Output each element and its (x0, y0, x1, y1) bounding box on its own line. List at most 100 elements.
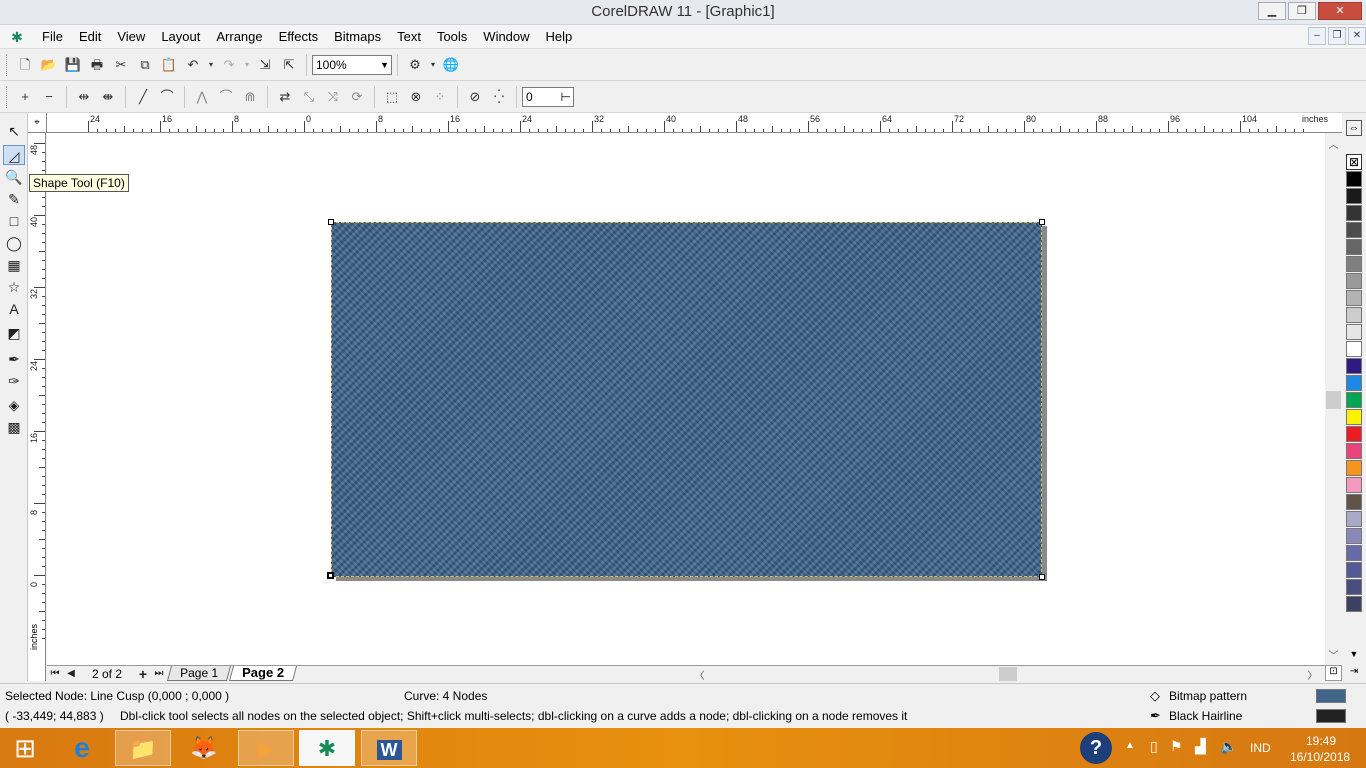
graph-paper-tool-icon[interactable]: ▦ (3, 255, 25, 275)
curve-smoothness-field[interactable]: 0 ⊢ (522, 86, 574, 107)
document-minimize-button[interactable]: ‒ (1308, 27, 1326, 45)
word-icon[interactable]: W (361, 730, 417, 766)
interactive-blend-tool-icon[interactable]: ◩ (3, 323, 25, 343)
menu-bitmaps[interactable]: Bitmaps (326, 29, 389, 44)
palette-color-swatch[interactable] (1346, 307, 1362, 323)
shape-tool-icon[interactable]: ◿ (3, 145, 25, 165)
to-line-icon[interactable]: ╱ (132, 86, 154, 108)
app-launcher-dropdown-icon[interactable]: ▾ (428, 54, 438, 76)
palette-color-swatch[interactable] (1346, 579, 1362, 595)
palette-color-swatch[interactable] (1346, 239, 1362, 255)
undo-dropdown-icon[interactable]: ▾ (206, 54, 216, 76)
add-page-icon[interactable]: + (135, 666, 151, 682)
stretch-nodes-icon[interactable]: ⟳ (346, 86, 368, 108)
extract-subpath-icon[interactable]: ⤨ (322, 86, 344, 108)
document-restore-button[interactable]: ❐ (1328, 27, 1346, 45)
toolbar-grip[interactable] (6, 53, 9, 76)
palette-color-swatch[interactable] (1346, 562, 1362, 578)
symmetrical-icon[interactable]: ⋒ (239, 86, 261, 108)
palette-color-swatch[interactable] (1346, 358, 1362, 374)
palette-options-icon[interactable]: ⇔ (1346, 120, 1362, 136)
rectangle-tool-icon[interactable]: □ (3, 211, 25, 231)
palette-color-swatch[interactable] (1346, 188, 1362, 204)
zoom-tool-icon[interactable]: 🔍 (3, 167, 25, 187)
minimize-button[interactable]: ▁ (1258, 2, 1286, 20)
previous-page-icon[interactable]: ◀ (63, 668, 79, 679)
palette-color-swatch[interactable] (1346, 290, 1362, 306)
first-page-icon[interactable]: ⏮ (47, 668, 63, 679)
palette-color-swatch[interactable] (1346, 256, 1362, 272)
selected-node-handle[interactable] (327, 572, 334, 579)
redo-icon[interactable]: ↷ (218, 54, 240, 76)
zoom-level-select[interactable]: 100% ▼ (312, 54, 392, 75)
menu-text[interactable]: Text (389, 29, 429, 44)
palette-color-swatch[interactable] (1346, 477, 1362, 493)
node-handle[interactable] (1039, 219, 1045, 225)
internet-explorer-icon[interactable]: e (54, 730, 110, 766)
menu-tools[interactable]: Tools (429, 29, 475, 44)
no-fill-swatch-icon[interactable]: ⊠ (1346, 154, 1362, 170)
palette-color-swatch[interactable] (1346, 426, 1362, 442)
navigator-icon[interactable]: ⊡ (1325, 665, 1342, 681)
node-handle[interactable] (1039, 574, 1045, 580)
palette-color-swatch[interactable] (1346, 460, 1362, 476)
add-node-icon[interactable]: + (14, 86, 36, 108)
palette-color-swatch[interactable] (1346, 511, 1362, 527)
menu-edit[interactable]: Edit (71, 29, 109, 44)
toolbar-grip[interactable] (6, 85, 9, 108)
vertical-scrollbar[interactable]: ︿ ﹀ (1325, 133, 1342, 665)
start-icon[interactable]: ⊞ (0, 730, 50, 766)
undo-icon[interactable]: ↶ (182, 54, 204, 76)
new-icon[interactable]: 🗋 (14, 54, 36, 76)
input-language[interactable]: IND (1250, 741, 1271, 755)
ellipse-tool-icon[interactable]: ◯ (3, 233, 25, 253)
page-tab-2[interactable]: Page 2 (229, 665, 297, 681)
ruler-origin-icon[interactable]: ⌖ (28, 113, 47, 133)
menu-file[interactable]: File (34, 29, 71, 44)
fill-swatch[interactable] (1316, 689, 1346, 703)
palette-color-swatch[interactable] (1346, 273, 1362, 289)
align-nodes-icon[interactable]: ⊗ (405, 86, 427, 108)
menu-help[interactable]: Help (538, 29, 581, 44)
text-tool-icon[interactable]: A (3, 299, 25, 319)
palette-color-swatch[interactable] (1346, 324, 1362, 340)
palette-color-swatch[interactable] (1346, 494, 1362, 510)
palette-color-swatch[interactable] (1346, 375, 1362, 391)
palette-color-swatch[interactable] (1346, 341, 1362, 357)
palette-color-swatch[interactable] (1346, 205, 1362, 221)
reduce-nodes-icon[interactable]: ⁛ (488, 86, 510, 108)
menu-layout[interactable]: Layout (153, 29, 208, 44)
app-launcher-icon[interactable]: ⚙ (404, 54, 426, 76)
horizontal-scrollbar[interactable]: 〈 〉 (687, 665, 1325, 682)
eyedropper-tool-icon[interactable]: ✒ (3, 349, 25, 369)
reverse-curve-icon[interactable]: ⇄ (274, 86, 296, 108)
pick-tool-icon[interactable]: ↖ (3, 121, 25, 141)
save-icon[interactable]: 💾 (62, 54, 84, 76)
print-icon[interactable]: 🖶 (86, 54, 108, 76)
action-center-icon[interactable]: ⚑ (1170, 738, 1183, 755)
document-close-button[interactable]: ✕ (1348, 27, 1366, 45)
clock-time[interactable]: 19:49 (1306, 734, 1336, 748)
outline-swatch[interactable] (1316, 709, 1346, 723)
firefox-icon[interactable]: 🦊 (176, 730, 232, 766)
bitmap-pattern-rectangle[interactable] (331, 222, 1042, 577)
network-icon[interactable]: ▟ (1195, 738, 1206, 755)
cusp-icon[interactable]: ⋀ (191, 86, 213, 108)
node-handle[interactable] (328, 219, 334, 225)
to-curve-icon[interactable]: ⌒ (156, 86, 178, 108)
palette-color-swatch[interactable] (1346, 222, 1362, 238)
scroll-down-icon[interactable]: ﹀ (1325, 647, 1342, 662)
palette-color-swatch[interactable] (1346, 409, 1362, 425)
slider-icon[interactable]: ⊢ (561, 88, 571, 106)
join-nodes-icon[interactable]: ⇹ (73, 86, 95, 108)
coreldraw-icon[interactable]: ✱ (299, 730, 355, 766)
media-player-icon[interactable]: ▶ (238, 730, 294, 766)
scroll-left-icon[interactable]: 〈 (691, 667, 708, 682)
extend-curve-icon[interactable]: ⤡ (298, 86, 320, 108)
battery-icon[interactable]: ▯ (1150, 738, 1158, 755)
menu-effects[interactable]: Effects (271, 29, 327, 44)
rotate-nodes-icon[interactable]: ⬚ (381, 86, 403, 108)
basic-shapes-tool-icon[interactable]: ☆ (3, 277, 25, 297)
horizontal-scroll-thumb[interactable] (999, 667, 1017, 681)
palette-color-swatch[interactable] (1346, 596, 1362, 612)
